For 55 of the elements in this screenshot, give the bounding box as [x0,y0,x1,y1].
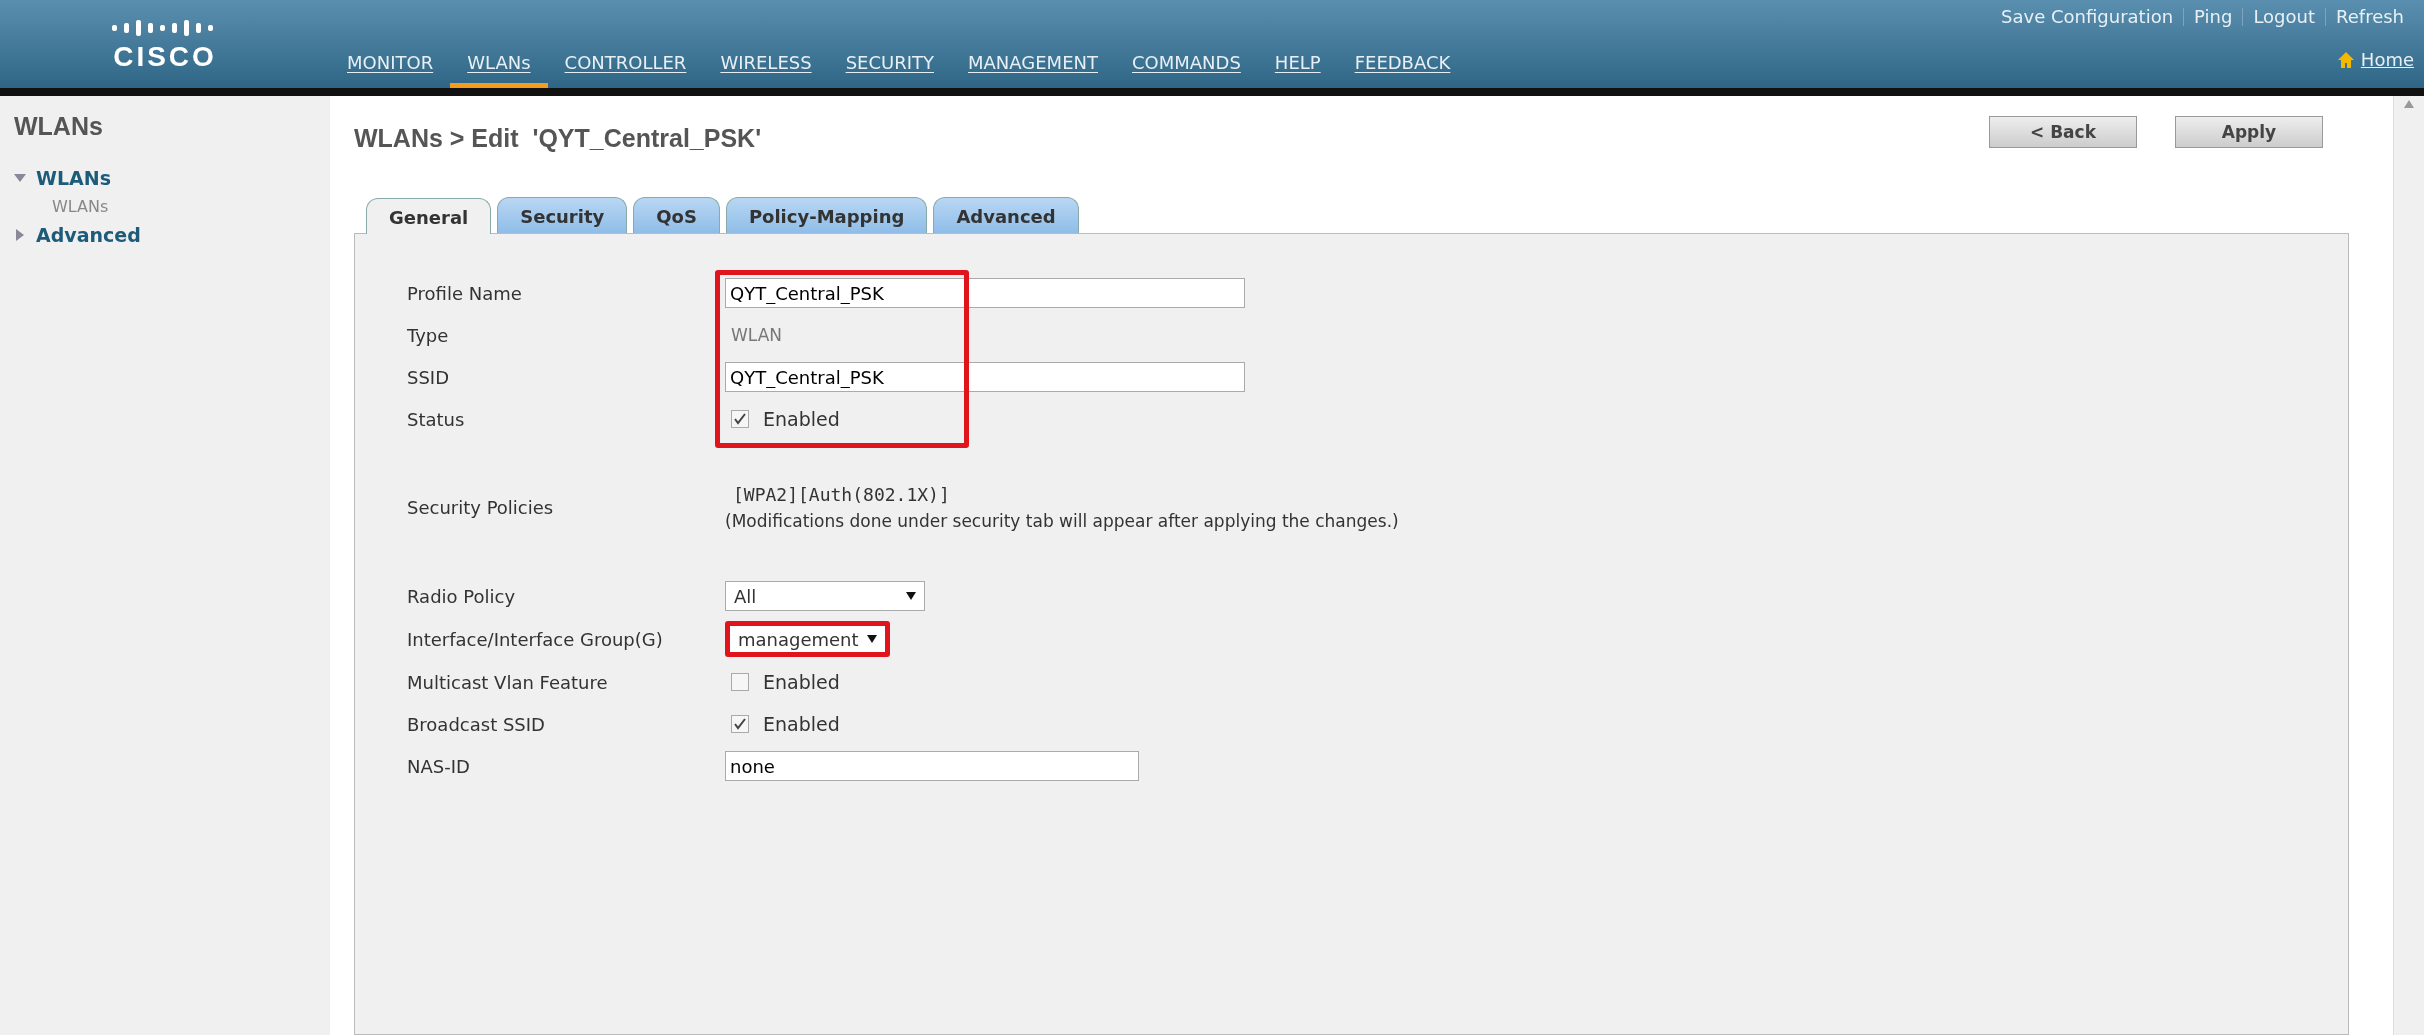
nav-link[interactable]: CONTROLLER [547,52,704,88]
checkbox-label: Enabled [763,713,840,735]
tab[interactable]: Advanced [933,197,1079,233]
sidebar-item[interactable]: WLANs [36,167,111,189]
field-label: Status [407,408,466,430]
input-field[interactable]: QYT_Central_PSK [725,278,1245,308]
tab[interactable]: Policy-Mapping [725,197,928,233]
caret-icon [866,635,877,643]
home-link[interactable]: Home [2360,49,2414,70]
field-label: NAS-ID [407,755,471,777]
sidebar-title: WLANs [14,112,104,141]
input-field[interactable]: QYT_Central_PSK [725,362,1245,392]
checkbox[interactable] [731,410,749,428]
field-label: Type [407,324,450,346]
logo-text: CISCO [113,41,217,73]
field-label: Profile Name [407,282,523,304]
dropdown[interactable]: management [725,621,890,657]
input-field[interactable]: none [725,751,1139,781]
tab[interactable]: QoS [633,197,720,233]
checkbox[interactable] [731,715,749,733]
nav-link[interactable]: MANAGEMENT [951,52,1115,88]
field-label: SSID [407,366,451,388]
scroll-up-icon [2404,100,2414,108]
field-label: Interface/Interface Group(G) [407,628,664,650]
nav-link[interactable]: WIRELESS [703,52,829,88]
header-link[interactable]: Refresh [2326,6,2414,27]
field-label: Radio Policy [407,585,517,607]
field-label: Broadcast SSID [407,713,546,735]
checkbox-label: Enabled [763,408,840,430]
field-value: WLAN [730,325,783,345]
header-link[interactable]: Ping [2184,6,2243,27]
field-label: Security Policies [407,497,555,518]
header-link[interactable]: Logout [2243,6,2325,27]
field-value: [WPA2][Auth(802.1X)] [732,484,951,505]
checkbox-label: Enabled [763,671,840,693]
nav-link[interactable]: FEEDBACK [1337,52,1468,88]
page-title: WLANs > Edit 'QYT_Central_PSK' [354,124,762,153]
header-link[interactable]: Save Configuration [1991,6,2184,27]
tab[interactable]: Security [497,197,628,233]
home-icon [2336,50,2355,69]
note-text: (Modifications done under security tab will appear after applying the changes.) [725,511,1399,531]
tab[interactable]: General [366,198,492,234]
caret-icon [906,592,916,600]
checkbox[interactable] [731,673,749,691]
nav-link[interactable]: SECURITY [828,52,951,88]
sidebar-item[interactable]: Advanced [36,224,141,246]
back-button[interactable]: < Back [1989,116,2137,148]
sidebar-subitem[interactable]: WLANs [14,197,330,216]
field-label: Multicast Vlan Feature [407,671,609,693]
dropdown[interactable]: All [725,581,925,611]
nav-link[interactable]: COMMANDS [1115,52,1258,88]
nav-link[interactable]: WLANs [450,52,548,88]
nav-link[interactable]: HELP [1257,52,1338,88]
nav-link[interactable]: MONITOR [330,52,451,88]
back-button[interactable]: Apply [2175,116,2323,148]
